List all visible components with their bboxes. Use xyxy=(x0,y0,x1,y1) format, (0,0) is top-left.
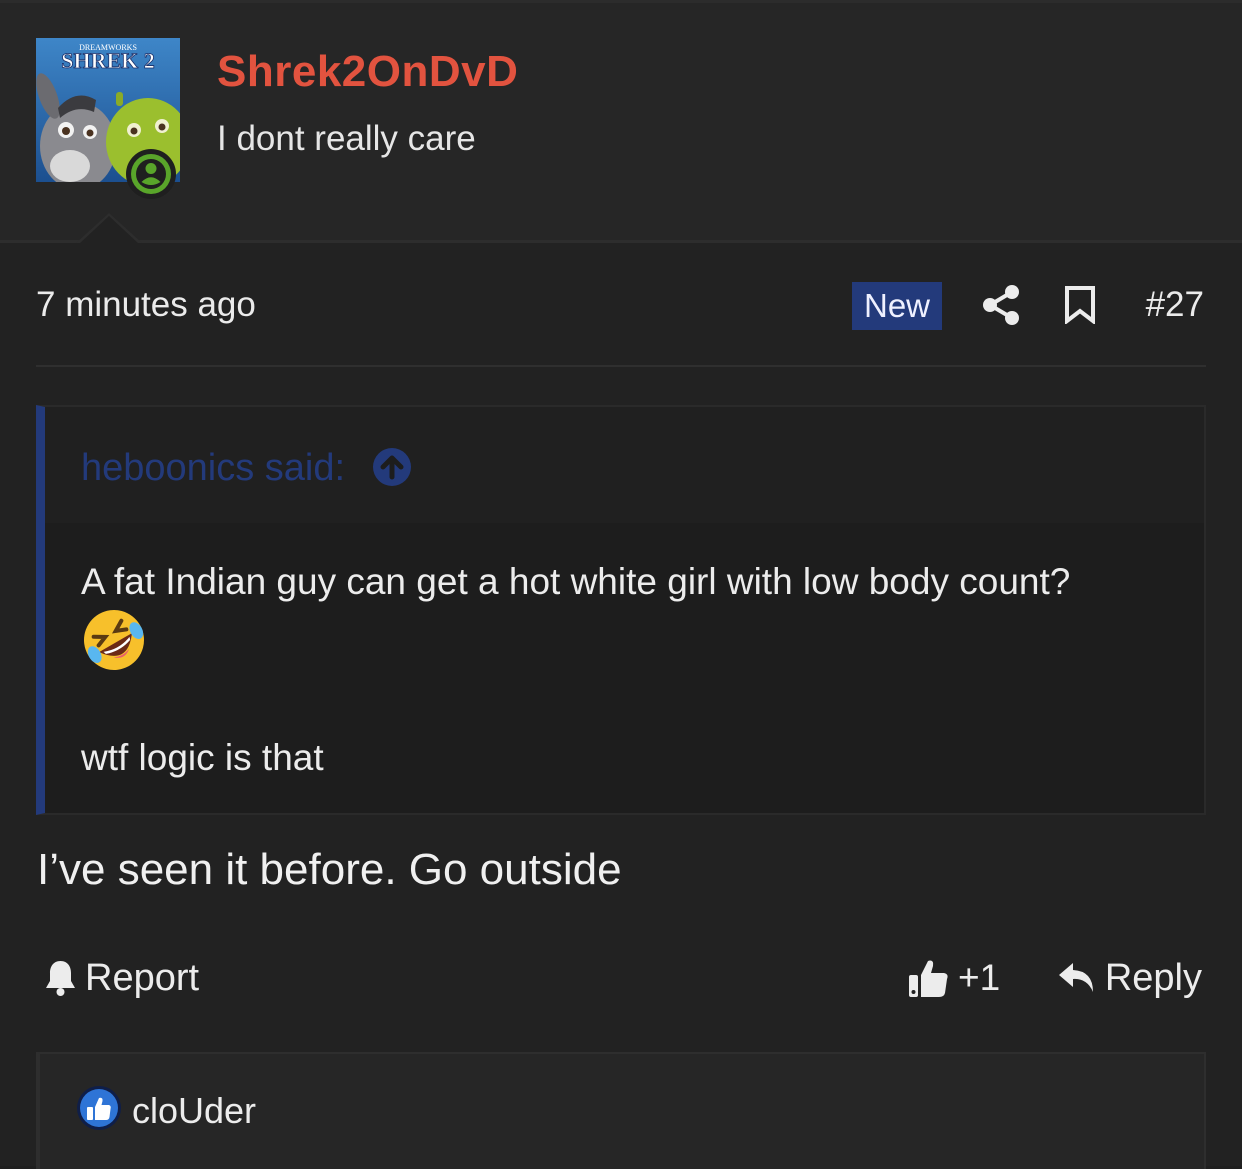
forum-post: DREAMWORKS SHREK 2 Shrek2OnDvD I dont re… xyxy=(0,0,1242,1169)
report-button[interactable]: Report xyxy=(44,955,199,1001)
header-pointer xyxy=(76,213,142,244)
rolling-on-floor-laughing-emoji xyxy=(84,610,144,670)
like-button[interactable]: +1 xyxy=(908,955,1000,1001)
avatar-title-text: SHREK 2 xyxy=(61,48,155,73)
new-badge: New xyxy=(852,282,942,330)
reply-button[interactable]: Reply xyxy=(1057,955,1202,1001)
like-count: +1 xyxy=(958,957,1001,998)
post-timestamp[interactable]: 7 minutes ago xyxy=(36,285,256,325)
post-number[interactable]: #27 xyxy=(1146,285,1204,325)
quote-block: heboonics said: A fat Indian guy can get… xyxy=(36,405,1206,815)
bell-icon xyxy=(46,961,75,996)
user-title: I dont really care xyxy=(217,119,476,158)
username[interactable]: Shrek2OnDvD xyxy=(217,47,518,97)
reactions-bar: cloUder xyxy=(36,1052,1206,1169)
report-label: Report xyxy=(85,956,200,999)
reaction-users[interactable]: cloUder xyxy=(132,1090,256,1132)
quote-header: heboonics said: xyxy=(45,407,1204,523)
thumbs-up-icon xyxy=(909,960,948,997)
quote-author[interactable]: heboonics said: xyxy=(81,447,345,490)
reply-label: Reply xyxy=(1104,956,1202,999)
online-status-icon xyxy=(126,149,176,199)
quote-text: wtf logic is that xyxy=(81,737,324,778)
like-reaction-icon[interactable] xyxy=(76,1085,122,1131)
share-icon[interactable] xyxy=(981,284,1021,326)
post-header: DREAMWORKS SHREK 2 Shrek2OnDvD I dont re… xyxy=(0,3,1242,243)
arrow-up-circle-icon[interactable] xyxy=(372,447,412,487)
bookmark-icon[interactable] xyxy=(1064,286,1096,324)
post-body: I’ve seen it before. Go outside xyxy=(37,845,622,894)
divider xyxy=(36,365,1206,367)
reply-arrow-icon xyxy=(1058,963,1093,992)
quote-text: A fat Indian guy can get a hot white gir… xyxy=(81,561,1071,602)
